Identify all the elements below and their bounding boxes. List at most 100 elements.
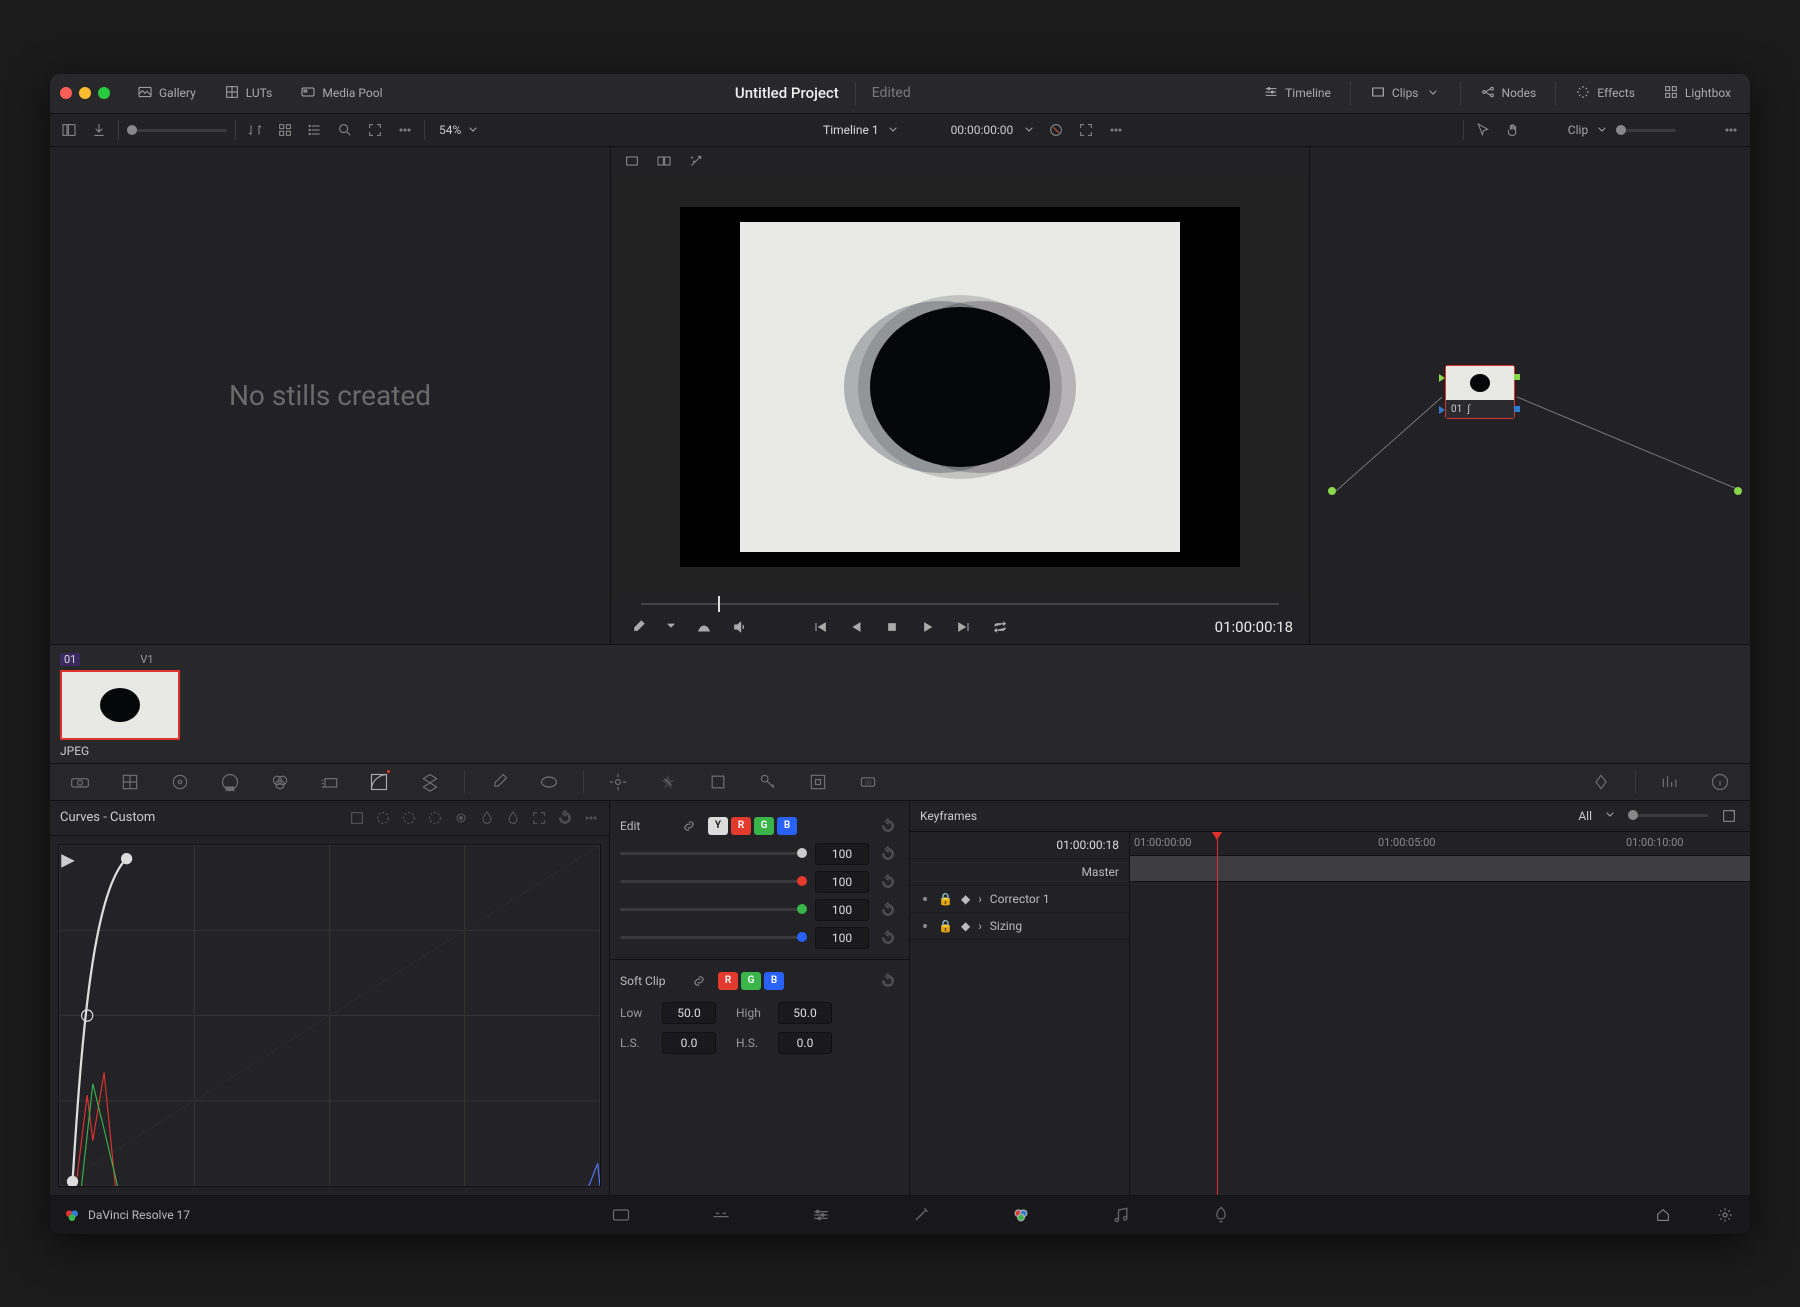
mediapool-tab[interactable]: Media Pool	[291, 78, 391, 109]
edit-page-tab[interactable]	[811, 1205, 831, 1225]
zoom-icon[interactable]	[98, 87, 110, 99]
node-zoom-slider[interactable]	[1616, 129, 1676, 132]
channel-y-button[interactable]: Y	[708, 817, 728, 835]
hue-hue-icon[interactable]	[375, 807, 391, 829]
channel-b-button[interactable]: B	[777, 817, 797, 835]
3d-tab[interactable]: 3D	[852, 768, 884, 796]
camera-raw-tab[interactable]	[64, 768, 96, 796]
playhead[interactable]	[1217, 832, 1218, 1195]
kf-zoom-slider[interactable]	[1628, 814, 1708, 817]
intensity-b-slider[interactable]	[620, 936, 807, 939]
hand-tool-icon[interactable]	[1502, 119, 1524, 141]
node-output-green-icon[interactable]	[1514, 374, 1520, 380]
kf-track-sizing[interactable]: 🔒 ◆ › Sizing	[910, 913, 1129, 940]
gallery-tab[interactable]: Gallery	[128, 78, 205, 109]
intensity-y-slider[interactable]	[620, 852, 807, 855]
panel-layout-icon[interactable]	[58, 119, 80, 141]
nodes-tab[interactable]: Nodes	[1471, 78, 1546, 109]
loop-icon[interactable]	[989, 616, 1011, 638]
kf-timeline[interactable]: 01:00:00:00 01:00:05:00 01:00:10:00	[1130, 832, 1750, 1195]
link-icon[interactable]	[688, 970, 710, 992]
custom-mode-icon[interactable]	[349, 807, 365, 829]
eyedropper-icon[interactable]	[627, 616, 649, 638]
expand-icon[interactable]	[1718, 805, 1740, 827]
fusion-page-tab[interactable]	[911, 1205, 931, 1225]
lock-icon[interactable]: 🔒	[938, 919, 953, 933]
more-icon[interactable]	[394, 119, 416, 141]
intensity-y-value[interactable]: 100	[815, 843, 869, 865]
more-icon[interactable]	[1105, 119, 1127, 141]
qualifier-tab[interactable]	[483, 768, 515, 796]
kf-ruler[interactable]: 01:00:00:00 01:00:05:00 01:00:10:00	[1130, 832, 1750, 856]
hue-sat-icon[interactable]	[401, 807, 417, 829]
sizing-tab[interactable]	[802, 768, 834, 796]
node-output-blue-icon[interactable]	[1514, 406, 1520, 412]
play-reverse-icon[interactable]	[845, 616, 867, 638]
list-view-icon[interactable]	[304, 119, 326, 141]
node-input-blue-icon[interactable]	[1439, 406, 1445, 414]
reset-icon[interactable]	[877, 927, 899, 949]
more-icon[interactable]	[1720, 119, 1742, 141]
mute-icon[interactable]	[729, 616, 751, 638]
grid-view-icon[interactable]	[274, 119, 296, 141]
deliver-page-tab[interactable]	[1211, 1205, 1231, 1225]
expand-viewer-icon[interactable]	[1075, 119, 1097, 141]
magic-wand-icon[interactable]	[685, 150, 707, 172]
timeline-selector[interactable]: Timeline 1	[823, 121, 901, 140]
clip-thumbnail[interactable]	[60, 670, 180, 740]
settings-icon[interactable]	[1714, 1204, 1736, 1226]
blur-tab[interactable]	[702, 768, 734, 796]
minimize-icon[interactable]	[79, 87, 91, 99]
kf-master-track[interactable]	[1130, 856, 1750, 882]
thumbnail-size-slider[interactable]	[127, 129, 227, 132]
keyframe-palette-icon[interactable]	[1585, 768, 1617, 796]
diamond-icon[interactable]: ◆	[961, 892, 970, 906]
magic-mask-tab[interactable]	[652, 768, 684, 796]
timeline-tab[interactable]: Timeline	[1254, 78, 1340, 109]
color-page-tab[interactable]	[1011, 1205, 1031, 1225]
kf-track-corrector[interactable]: 🔒 ◆ › Corrector 1	[910, 886, 1129, 913]
sort-icon[interactable]	[244, 119, 266, 141]
viewer-mode-a-icon[interactable]	[621, 150, 643, 172]
viewer-tc[interactable]: 01:00:00:18	[1215, 618, 1293, 636]
first-frame-icon[interactable]	[809, 616, 831, 638]
reset-icon[interactable]	[877, 899, 899, 921]
chevron-down-icon[interactable]	[1021, 121, 1037, 140]
softclip-r-button[interactable]: R	[718, 972, 738, 990]
channel-g-button[interactable]: G	[754, 817, 774, 835]
intensity-b-value[interactable]: 100	[815, 927, 869, 949]
color-node[interactable]: 01 ∫	[1445, 365, 1515, 419]
import-icon[interactable]	[88, 119, 110, 141]
reset-icon[interactable]	[877, 871, 899, 893]
reset-icon[interactable]	[877, 970, 899, 992]
tracker-tab[interactable]	[602, 768, 634, 796]
home-icon[interactable]	[1652, 1204, 1674, 1226]
reset-icon[interactable]	[557, 807, 573, 829]
reset-icon[interactable]	[877, 843, 899, 865]
viewer-canvas[interactable]	[680, 207, 1240, 567]
play-icon[interactable]	[917, 616, 939, 638]
intensity-g-slider[interactable]	[620, 908, 807, 911]
high-value[interactable]: 50.0	[778, 1002, 832, 1024]
viewer-scrubber[interactable]	[611, 598, 1309, 610]
chevron-right-icon[interactable]: ›	[978, 919, 982, 933]
expand-icon[interactable]	[531, 807, 547, 829]
color-match-tab[interactable]	[114, 768, 146, 796]
lightbox-tab[interactable]: Lightbox	[1654, 78, 1740, 109]
lum-sat-icon[interactable]	[453, 807, 469, 829]
wheels-tab[interactable]	[164, 768, 196, 796]
diamond-icon[interactable]: ◆	[961, 919, 970, 933]
last-frame-icon[interactable]	[953, 616, 975, 638]
rgb-mixer-tab[interactable]	[264, 768, 296, 796]
warper-tab[interactable]	[414, 768, 446, 796]
viewer-mode-b-icon[interactable]	[653, 150, 675, 172]
scopes-icon[interactable]	[1654, 768, 1686, 796]
bypass-icon[interactable]	[1045, 119, 1067, 141]
intensity-r-slider[interactable]	[620, 880, 807, 883]
curve-editor[interactable]	[58, 844, 601, 1187]
mask-icon[interactable]	[693, 616, 715, 638]
cut-page-tab[interactable]	[711, 1205, 731, 1225]
key-tab[interactable]	[752, 768, 784, 796]
intensity-g-value[interactable]: 100	[815, 899, 869, 921]
lock-icon[interactable]: 🔒	[938, 892, 953, 906]
